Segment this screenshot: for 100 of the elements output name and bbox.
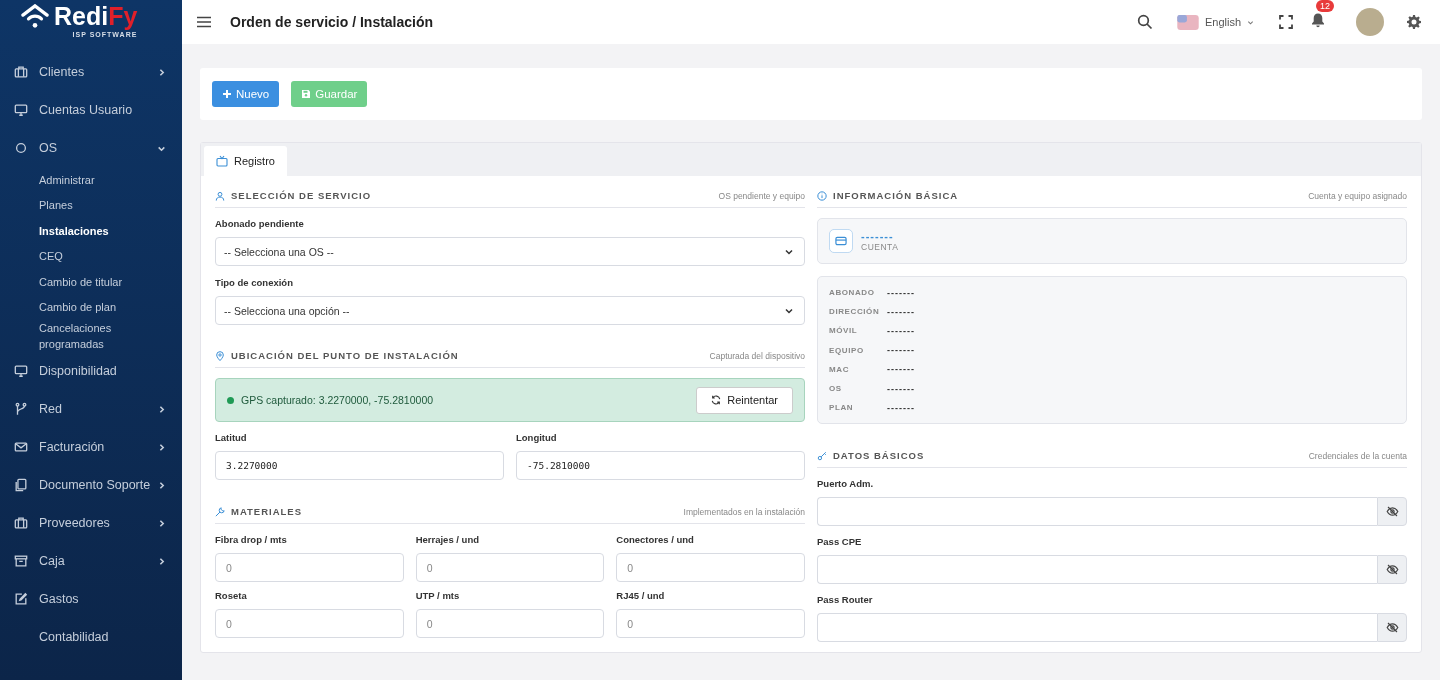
floppy-icon [301,89,312,99]
chevron-icon [157,442,166,452]
input-field[interactable]: 3.2270000 [215,451,504,480]
user-icon [215,190,225,201]
eye-slash-icon [1385,563,1399,577]
bell-icon[interactable] [1310,12,1326,28]
field-label: Puerto Adm. [817,478,875,490]
field-label: RJ45 / und [616,590,666,601]
flag-icon [1176,14,1199,30]
field-label: UTP / mts [415,590,461,601]
fullscreen-icon[interactable] [1278,14,1294,30]
page-title: Orden de servicio / Instalación [230,14,434,30]
submenu-item[interactable]: CEQ [0,243,182,269]
card-icon [829,229,853,253]
refresh-icon [711,395,722,405]
menu-icon[interactable] [196,14,212,30]
chevron-icon [157,518,166,528]
sidebar-item[interactable]: Caja [0,542,182,580]
tab[interactable]: Registro [204,146,287,176]
submenu-item[interactable]: Administrar [0,167,182,193]
dropdown[interactable]: -- Selecciona una opción -- [215,296,805,325]
status-dot-icon [227,396,234,404]
password-field[interactable] [817,555,1377,585]
info-value: ------- [887,287,915,298]
eye-slash-icon [1385,505,1399,519]
sidebar-item[interactable]: Red [0,390,182,428]
info-value: ------- [887,383,915,394]
sidebar-item[interactable]: Cuentas Usuario [0,91,182,129]
submenu-item[interactable]: Cancelaciones programadas [0,320,182,352]
field-label: Herrajes / und [415,534,480,545]
input-field[interactable]: 0 [616,553,805,582]
field-label: Pass Router [817,594,874,606]
section-note: Implementados en la instalación [683,506,805,517]
info-value: ------- [887,402,915,413]
info-value: ------- [887,325,915,336]
location-pin-icon [215,350,225,361]
password-field[interactable] [817,613,1377,643]
settings-icon[interactable] [1406,14,1422,30]
sidebar-item[interactable]: Clientes [0,53,182,91]
input-field[interactable]: 0 [415,609,605,638]
info-label: OS [829,384,843,394]
show-password-button[interactable] [1377,497,1407,527]
tv-icon [216,155,228,167]
sidebar-item[interactable]: Facturación [0,428,182,466]
info-value: ------- [887,306,915,317]
sidebar-item[interactable]: Contabilidad [0,618,182,656]
language-selector[interactable]: English [1176,14,1254,30]
show-password-button[interactable] [1377,613,1407,643]
briefcase-icon [14,516,28,530]
wrench-icon [215,506,225,517]
info-value: ------- [887,345,915,356]
branch-icon [14,402,28,416]
section-title: MATERIALES [231,506,304,517]
search-icon[interactable] [1136,14,1153,30]
sidebar-item[interactable]: Gastos [0,580,182,618]
chevron-icon [157,556,166,566]
info-label: ABONADO [829,288,876,298]
submenu-item[interactable]: Cambio de titular [0,269,182,295]
field-label: Conectores / und [616,534,695,545]
info-label: EQUIPO [829,345,865,355]
section-note: Capturada del dispositivo [709,350,805,361]
monitor-icon [14,103,28,117]
sidebar-item[interactable]: Disponibilidad [0,352,182,390]
section-note: Cuenta y equipo asignado [1308,190,1407,201]
submenu-item[interactable]: Instalaciones [0,218,182,244]
info-label: MAC [829,364,851,374]
section-title: DATOS BÁSICOS [833,450,926,462]
info-label: MÓVIL [829,326,859,336]
field-label: Roseta [215,590,248,601]
submenu-item[interactable]: Planes [0,192,182,218]
edit-icon [14,592,28,606]
brand-name: RediFy [54,2,138,30]
input-field[interactable]: 0 [616,609,805,638]
input-field[interactable]: 0 [215,553,404,582]
account-value: ------- [861,230,895,242]
section-title: SELECCIÓN DE SERVICIO [231,190,373,201]
gps-status-text: GPS capturado: 3.2270000, -75.2810000 [241,394,435,406]
password-field[interactable] [817,497,1377,527]
account-label: CUENTA [861,242,899,252]
info-label: DIRECCIÓN [829,307,881,317]
show-password-button[interactable] [1377,555,1407,585]
monitor-icon [14,364,28,378]
input-field[interactable]: 0 [415,553,605,582]
sidebar-item[interactable]: Proveedores [0,504,182,542]
briefcase-icon [14,65,28,79]
submenu-item[interactable]: Cambio de plan [0,294,182,320]
sidebar-item[interactable]: Documento Soporte [0,466,182,504]
retry-button[interactable]: Reintentar [696,386,793,414]
input-field[interactable]: -75.2810000 [516,451,805,480]
field-label: Tipo de conexión [215,277,294,288]
eye-slash-icon [1385,621,1399,635]
section-title: UBICACIÓN DEL PUNTO DE INSTALACIÓN [231,350,460,361]
input-field[interactable]: 0 [215,609,404,638]
dropdown[interactable]: -- Selecciona una OS -- [215,237,805,266]
section-note: Credenciales de la cuenta [1308,450,1407,461]
documents-icon [14,478,28,492]
info-label: PLAN [829,403,855,413]
field-label: Fibra drop / mts [215,534,288,545]
sidebar-item[interactable]: OS [0,129,182,167]
caret-icon [1247,18,1254,26]
